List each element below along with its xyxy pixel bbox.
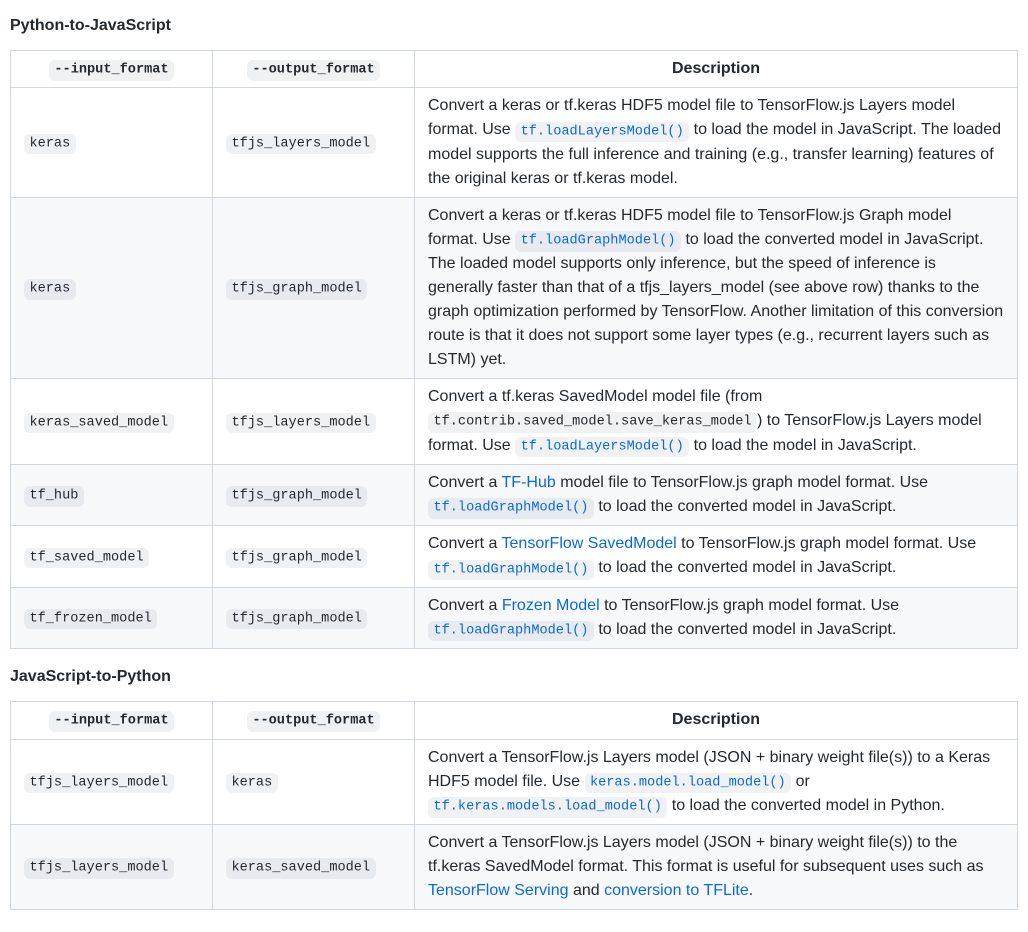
api-link[interactable]: tf.loadLayersModel() [515, 121, 689, 138]
table-row: tfjs_layers_modelkeras_saved_modelConver… [11, 825, 1018, 910]
doc-link[interactable]: TensorFlow Serving [428, 882, 569, 899]
description-cell: Convert a keras or tf.keras HDF5 model f… [415, 88, 1018, 197]
description-cell: Convert a TensorFlow.js Layers model (JS… [415, 825, 1018, 910]
input-format-cell: keras [11, 88, 213, 197]
description-cell: Convert a Frozen Model to TensorFlow.js … [415, 587, 1018, 648]
input-format-cell: tf_saved_model [11, 526, 213, 587]
description-cell: Convert a TF-Hub model file to TensorFlo… [415, 464, 1018, 525]
output-format-cell: tfjs_graph_model [213, 587, 415, 648]
description-cell: Convert a TensorFlow.js Layers model (JS… [415, 739, 1018, 825]
description-cell: Convert a keras or tf.keras HDF5 model f… [415, 197, 1018, 378]
col-header-output: --output_format [213, 702, 415, 739]
col-header-input: --input_format [11, 51, 213, 88]
col-header-output: --output_format [213, 51, 415, 88]
conversion-table-js-to-py: --input_format --output_format Descripti… [10, 701, 1018, 910]
doc-link[interactable]: TF-Hub [502, 474, 556, 491]
output-format-cell: tfjs_graph_model [213, 526, 415, 587]
api-link[interactable]: tf.loadLayersModel() [515, 437, 689, 454]
doc-link[interactable]: TensorFlow SavedModel [502, 535, 677, 552]
description-cell: Convert a tf.keras SavedModel model file… [415, 379, 1018, 465]
api-link[interactable]: keras.model.load_model() [585, 773, 792, 790]
section-title-js-to-py: JavaScript-to-Python [10, 665, 1018, 689]
api-link[interactable]: tf.loadGraphModel() [515, 231, 681, 248]
table-row: tf_hubtfjs_graph_modelConvert a TF-Hub m… [11, 464, 1018, 525]
output-format-cell: tfjs_graph_model [213, 197, 415, 378]
output-format-cell: keras_saved_model [213, 825, 415, 910]
code-snippet: tf.contrib.saved_model.save_keras_model [428, 412, 757, 432]
section-title-py-to-js: Python-to-JavaScript [10, 14, 1018, 38]
api-link[interactable]: tf.keras.models.load_model() [428, 797, 667, 814]
col-header-desc: Description [415, 702, 1018, 739]
api-link[interactable]: tf.loadGraphModel() [428, 559, 594, 576]
input-format-cell: tfjs_layers_model [11, 739, 213, 825]
output-format-cell: tfjs_graph_model [213, 464, 415, 525]
col-header-input: --input_format [11, 702, 213, 739]
table-row: tf_saved_modeltfjs_graph_modelConvert a … [11, 526, 1018, 587]
input-format-cell: tfjs_layers_model [11, 825, 213, 910]
conversion-table-py-to-js: --input_format --output_format Descripti… [10, 50, 1018, 649]
table-row: kerastfjs_graph_modelConvert a keras or … [11, 197, 1018, 378]
input-format-cell: tf_hub [11, 464, 213, 525]
col-header-desc: Description [415, 51, 1018, 88]
doc-link[interactable]: Frozen Model [502, 597, 600, 614]
table-row: kerastfjs_layers_modelConvert a keras or… [11, 88, 1018, 197]
table-row: tf_frozen_modeltfjs_graph_modelConvert a… [11, 587, 1018, 648]
table-row: keras_saved_modeltfjs_layers_modelConver… [11, 379, 1018, 465]
output-format-cell: tfjs_layers_model [213, 379, 415, 465]
doc-link[interactable]: conversion to TFLite [604, 882, 749, 899]
description-cell: Convert a TensorFlow SavedModel to Tenso… [415, 526, 1018, 587]
input-format-cell: keras [11, 197, 213, 378]
output-format-cell: tfjs_layers_model [213, 88, 415, 197]
input-format-cell: keras_saved_model [11, 379, 213, 465]
table-row: tfjs_layers_modelkerasConvert a TensorFl… [11, 739, 1018, 825]
api-link[interactable]: tf.loadGraphModel() [428, 498, 594, 515]
api-link[interactable]: tf.loadGraphModel() [428, 621, 594, 638]
output-format-cell: keras [213, 739, 415, 825]
input-format-cell: tf_frozen_model [11, 587, 213, 648]
